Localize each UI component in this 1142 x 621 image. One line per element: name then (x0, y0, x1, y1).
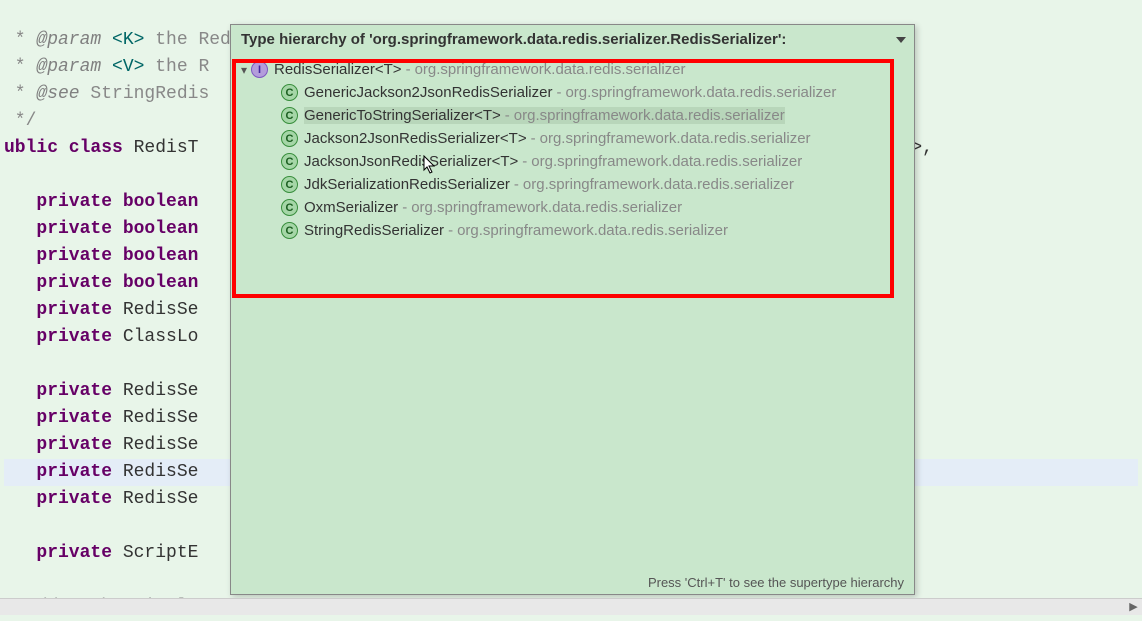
tree-node-selected[interactable]: C GenericToStringSerializer<T> - org.spr… (237, 104, 908, 127)
code-line: private RedisSe (4, 408, 198, 428)
code-line: private RedisSe (4, 381, 198, 401)
node-label: JacksonJsonRedisSerializer<T> (304, 153, 518, 170)
code-line: private RedisSe (4, 300, 198, 320)
node-package: org.springframework.data.redis.serialize… (565, 84, 836, 101)
node-package: org.springframework.data.redis.serialize… (415, 61, 686, 78)
node-package: org.springframework.data.redis.serialize… (411, 199, 682, 216)
node-label: StringRedisSerializer (304, 222, 444, 239)
code-line: private ScriptE (4, 543, 198, 563)
class-icon: C (281, 176, 298, 193)
tree-node[interactable]: C OxmSerializer - org.springframework.da… (237, 196, 908, 219)
code-line: private RedisSe (4, 435, 198, 455)
interface-icon: I (251, 61, 268, 78)
code-line: private ClassLo (4, 327, 198, 347)
horizontal-scrollbar[interactable]: ▶ (0, 598, 1142, 615)
tree-node[interactable]: C JdkSerializationRedisSerializer - org.… (237, 173, 908, 196)
tree-node[interactable]: C GenericJackson2JsonRedisSerializer - o… (237, 81, 908, 104)
node-package: org.springframework.data.redis.serialize… (514, 107, 785, 124)
node-package: org.springframework.data.redis.serialize… (531, 153, 802, 170)
code-line: */ (4, 111, 36, 131)
code-line: private boolean (4, 246, 198, 266)
popup-hint: Press 'Ctrl+T' to see the supertype hier… (638, 571, 914, 594)
class-icon: C (281, 199, 298, 216)
class-icon: C (281, 153, 298, 170)
tree-node[interactable]: C StringRedisSerializer - org.springfram… (237, 219, 908, 242)
class-icon: C (281, 107, 298, 124)
tree-node[interactable]: C JacksonJsonRedisSerializer<T> - org.sp… (237, 150, 908, 173)
scroll-right-icon[interactable]: ▶ (1125, 599, 1142, 616)
node-label: GenericToStringSerializer<T> (304, 107, 501, 124)
dropdown-icon[interactable] (896, 37, 906, 43)
code-line: private boolean (4, 219, 198, 239)
class-icon: C (281, 84, 298, 101)
class-icon: C (281, 130, 298, 147)
code-line: private boolean (4, 273, 198, 293)
type-hierarchy-popup[interactable]: Type hierarchy of 'org.springframework.d… (230, 24, 915, 595)
popup-title: Type hierarchy of 'org.springframework.d… (231, 25, 914, 54)
node-package: org.springframework.data.redis.serialize… (457, 222, 728, 239)
collapse-icon[interactable]: ▾ (237, 63, 251, 77)
node-label: GenericJackson2JsonRedisSerializer (304, 84, 552, 101)
code-line: private boolean (4, 192, 198, 212)
code-line: * @see StringRedis (4, 84, 209, 104)
node-label: Jackson2JsonRedisSerializer<T> (304, 130, 527, 147)
node-package: org.springframework.data.redis.serialize… (523, 176, 794, 193)
class-icon: C (281, 222, 298, 239)
tree-node[interactable]: C Jackson2JsonRedisSerializer<T> - org.s… (237, 127, 908, 150)
hierarchy-tree[interactable]: ▾ I RedisSerializer<T> - org.springframe… (231, 54, 914, 246)
node-label: RedisSerializer<T> (274, 61, 402, 78)
node-package: org.springframework.data.redis.serialize… (540, 130, 811, 147)
node-label: OxmSerializer (304, 199, 398, 216)
code-line: * @param <V> the R (4, 57, 209, 77)
node-label: JdkSerializationRedisSerializer (304, 176, 510, 193)
tree-node-root[interactable]: ▾ I RedisSerializer<T> - org.springframe… (237, 58, 908, 81)
